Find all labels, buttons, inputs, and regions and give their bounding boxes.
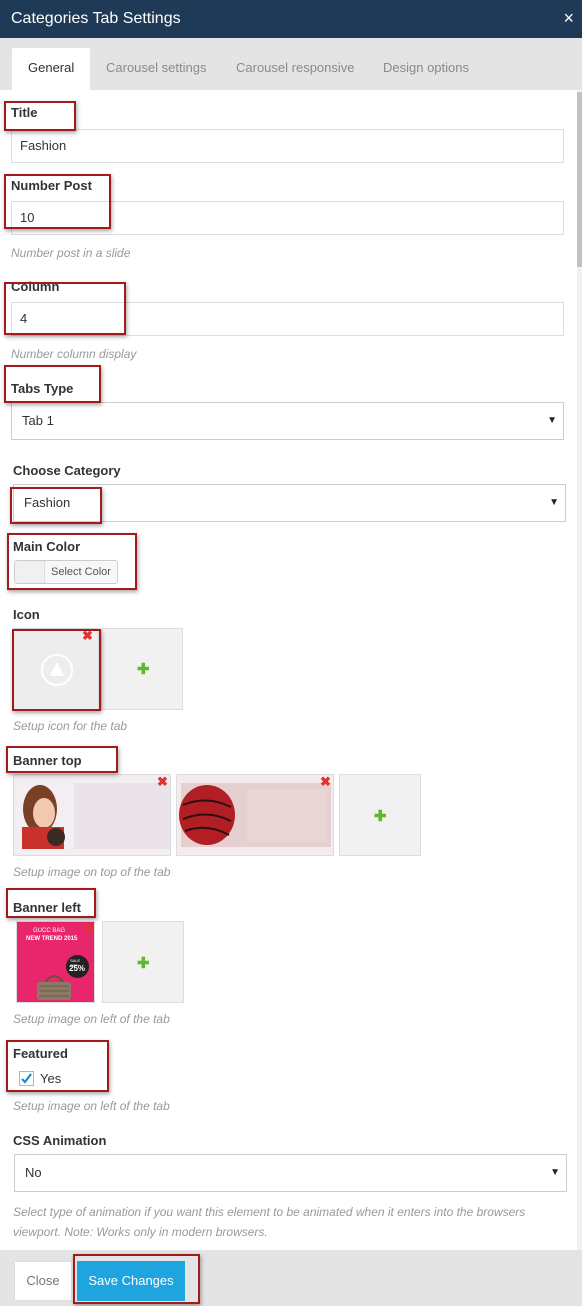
checkmark-icon bbox=[21, 1073, 32, 1084]
plus-icon: ✚ bbox=[137, 661, 150, 678]
tabs-type-value: Tab 1 bbox=[22, 413, 54, 428]
remove-icon[interactable]: ✖ bbox=[157, 775, 169, 788]
dialog-title: Categories Tab Settings bbox=[11, 10, 181, 27]
scrollbar-thumb[interactable] bbox=[577, 92, 582, 267]
choose-category-value: Fashion bbox=[24, 495, 71, 510]
dialog-footer: Close Save Changes bbox=[0, 1250, 582, 1306]
close-icon[interactable]: × bbox=[563, 9, 574, 27]
chevron-down-icon: ▼ bbox=[547, 415, 557, 426]
banner-left-label: Banner left bbox=[13, 900, 81, 915]
remove-icon[interactable]: ✖ bbox=[83, 922, 95, 935]
featured-hint: Setup image on left of the tab bbox=[13, 1099, 170, 1113]
icon-label: Icon bbox=[13, 607, 40, 622]
tab-bar: General Carousel settings Carousel respo… bbox=[0, 38, 582, 90]
plus-icon: ✚ bbox=[374, 808, 387, 825]
tab-general[interactable]: General bbox=[12, 48, 91, 90]
tab-design-options[interactable]: Design options bbox=[367, 48, 485, 90]
save-changes-button[interactable]: Save Changes bbox=[77, 1261, 185, 1301]
plus-icon: ✚ bbox=[137, 955, 150, 972]
select-color-button[interactable]: Select Color bbox=[14, 560, 118, 584]
add-icon-tile[interactable]: ✚ bbox=[101, 628, 183, 710]
add-banner-left-tile[interactable]: ✚ bbox=[102, 921, 184, 1003]
banner-top-label: Banner top bbox=[13, 753, 82, 768]
featured-checkbox-label[interactable]: Yes bbox=[40, 1071, 61, 1086]
main-color-label: Main Color bbox=[13, 539, 81, 554]
banner-image bbox=[14, 775, 170, 855]
dialog-header: Categories Tab Settings × bbox=[0, 0, 582, 38]
css-animation-value: No bbox=[25, 1165, 42, 1180]
banner-text: GUCC BAG bbox=[33, 928, 66, 934]
remove-icon[interactable]: ✖ bbox=[320, 775, 332, 788]
column-label: Column bbox=[11, 279, 60, 294]
banner-text: NEW TREND 2015 bbox=[26, 936, 78, 942]
column-input[interactable]: 4 bbox=[11, 302, 564, 336]
color-swatch bbox=[15, 561, 45, 583]
tabs-type-select[interactable]: Tab 1 ▼ bbox=[11, 402, 564, 440]
title-input[interactable]: Fashion bbox=[11, 129, 564, 163]
banner-top-image-2[interactable] bbox=[176, 774, 334, 856]
select-color-label: Select Color bbox=[51, 566, 111, 578]
banner-left-hint: Setup image on left of the tab bbox=[13, 1012, 170, 1026]
tab-carousel-responsive[interactable]: Carousel responsive bbox=[220, 48, 371, 90]
choose-category-select[interactable]: Fashion ▼ bbox=[13, 484, 566, 522]
number-post-hint: Number post in a slide bbox=[11, 246, 131, 260]
css-animation-select[interactable]: No ▼ bbox=[14, 1154, 567, 1192]
banner-image bbox=[177, 775, 333, 855]
css-animation-hint: Select type of animation if you want thi… bbox=[13, 1205, 526, 1239]
add-banner-top-tile[interactable]: ✚ bbox=[339, 774, 421, 856]
title-label: Title bbox=[11, 105, 38, 120]
tab-carousel-settings[interactable]: Carousel settings bbox=[90, 48, 222, 90]
close-button[interactable]: Close bbox=[14, 1261, 72, 1301]
icon-hint: Setup icon for the tab bbox=[13, 719, 128, 733]
tabs-type-label: Tabs Type bbox=[11, 381, 74, 396]
scrollbar[interactable] bbox=[577, 90, 582, 1250]
number-post-input[interactable]: 10 bbox=[11, 201, 564, 235]
column-hint: Number column display bbox=[11, 347, 137, 361]
number-post-label: Number Post bbox=[11, 178, 92, 193]
banner-top-hint: Setup image on top of the tab bbox=[13, 865, 171, 879]
chevron-down-icon: ▼ bbox=[549, 497, 559, 508]
choose-category-label: Choose Category bbox=[13, 463, 121, 478]
css-animation-label: CSS Animation bbox=[13, 1133, 107, 1148]
remove-icon[interactable]: ✖ bbox=[82, 629, 94, 642]
handbag-image bbox=[37, 975, 71, 1000]
featured-label: Featured bbox=[13, 1046, 68, 1061]
chevron-down-icon: ▼ bbox=[550, 1167, 560, 1178]
banner-top-image-1[interactable] bbox=[13, 774, 171, 856]
featured-checkbox[interactable] bbox=[19, 1071, 34, 1086]
